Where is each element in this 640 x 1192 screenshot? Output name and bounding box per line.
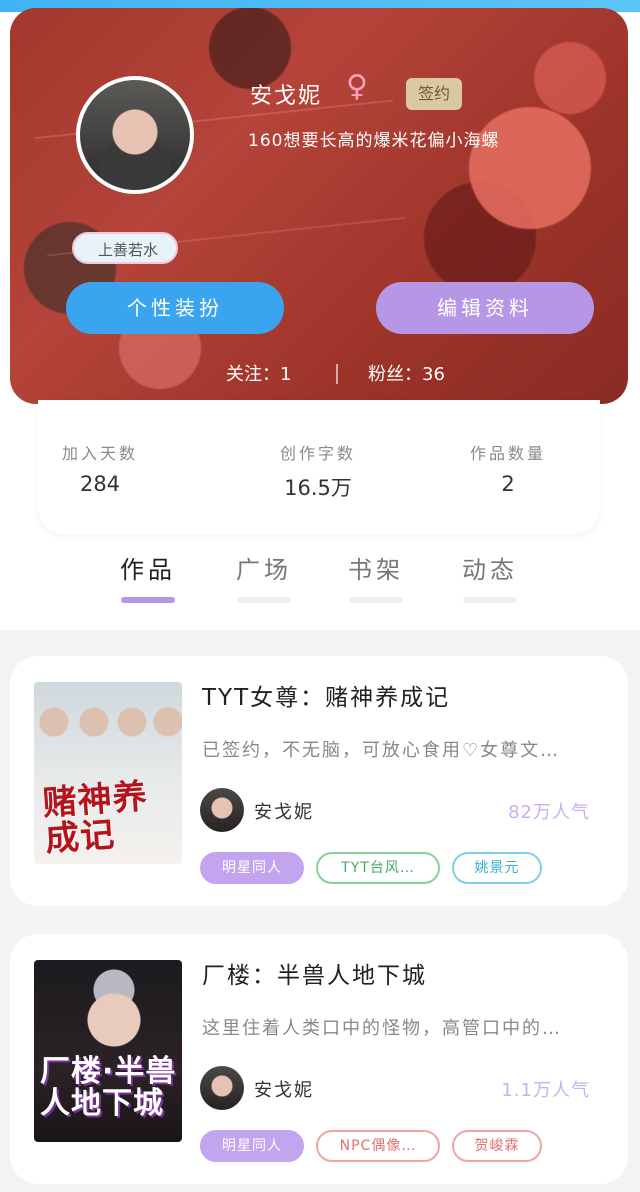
cover-title: 赌神养成记 — [41, 776, 150, 860]
tab-label: 动态 — [462, 556, 518, 584]
tab-works[interactable]: 作品 — [108, 550, 188, 603]
tag-category[interactable]: 明星同人 — [200, 852, 304, 884]
cover-title: 厂楼·半兽人地下城 — [40, 1054, 177, 1121]
profile-tag[interactable]: 上善若水 — [72, 232, 179, 264]
tab-indicator — [463, 597, 517, 603]
stat-value: 2 — [501, 472, 515, 496]
tab-label: 广场 — [236, 556, 292, 584]
stat-label: 创作字数 — [279, 444, 356, 463]
avatar-image — [80, 80, 190, 190]
tab-square[interactable]: 广场 — [224, 550, 304, 603]
author-name[interactable]: 安戈妮 — [254, 1076, 314, 1102]
author-name[interactable]: 安戈妮 — [254, 798, 314, 824]
tab-label: 作品 — [120, 556, 176, 584]
tag-fandom[interactable]: NPC偶像… — [316, 1130, 440, 1162]
tag-character[interactable]: 贺峻霖 — [452, 1130, 542, 1162]
content-tabs: 作品 广场 书架 动态 — [0, 550, 640, 620]
follow-stats: 关注：1 粉丝：36 — [10, 360, 628, 390]
stat-label: 作品数量 — [469, 444, 546, 463]
stat-label: 加入天数 — [61, 444, 138, 463]
profile-banner: 安戈妮 ♀ 签约 160想要长高的爆米花偏小海螺 上善若水 个性装扮 编辑资料 … — [10, 8, 628, 404]
fans-count[interactable]: 粉丝：36 — [368, 360, 445, 386]
book-cover[interactable]: 赌神养成记 — [34, 682, 182, 864]
tab-indicator — [349, 597, 403, 603]
stat-value: 16.5万 — [284, 476, 352, 500]
tab-indicator — [237, 597, 291, 603]
following-count[interactable]: 关注：1 — [226, 360, 291, 386]
female-icon: ♀ — [346, 69, 368, 104]
stats-card: 加入天数 284 创作字数 16.5万 作品数量 2 — [38, 400, 600, 534]
tag-fandom[interactable]: TYT台风… — [316, 852, 440, 884]
author-avatar[interactable] — [200, 788, 244, 832]
popularity-count: 82万人气 — [508, 802, 590, 823]
work-description: 这里住着人类口中的怪物，高管口中的… — [202, 1018, 562, 1039]
tab-bookshelf[interactable]: 书架 — [336, 550, 416, 603]
edit-profile-button[interactable]: 编辑资料 — [376, 282, 594, 334]
popularity-count: 1.1万人气 — [501, 1080, 590, 1101]
tab-activity[interactable]: 动态 — [450, 550, 530, 603]
tab-indicator — [121, 597, 175, 603]
username: 安戈妮 — [250, 84, 323, 109]
book-cover[interactable]: 厂楼·半兽人地下城 — [34, 960, 182, 1142]
work-description: 已签约，不无脑，可放心食用♡女尊文… — [202, 740, 561, 761]
stat-join-days: 加入天数 284 — [30, 440, 170, 496]
tag-category[interactable]: 明星同人 — [200, 1130, 304, 1162]
work-card[interactable]: 赌神养成记 TYT女尊：赌神养成记 已签约，不无脑，可放心食用♡女尊文… 安戈妮… — [10, 656, 628, 906]
signed-badge: 签约 — [406, 78, 462, 110]
tag-character[interactable]: 姚景元 — [452, 852, 542, 884]
divider — [336, 364, 338, 384]
author-avatar[interactable] — [200, 1066, 244, 1110]
stat-value: 284 — [79, 472, 121, 496]
dress-up-button[interactable]: 个性装扮 — [66, 282, 284, 334]
stat-word-count: 创作字数 16.5万 — [248, 440, 388, 502]
work-title[interactable]: 厂楼：半兽人地下城 — [202, 956, 427, 990]
work-card[interactable]: 厂楼·半兽人地下城 厂楼：半兽人地下城 这里住着人类口中的怪物，高管口中的… 安… — [10, 934, 628, 1184]
profile-bio: 160想要长高的爆米花偏小海螺 — [248, 131, 500, 151]
stat-works-count: 作品数量 2 — [438, 440, 578, 496]
tab-label: 书架 — [348, 556, 404, 584]
avatar[interactable] — [76, 76, 194, 194]
work-title[interactable]: TYT女尊：赌神养成记 — [202, 678, 450, 712]
